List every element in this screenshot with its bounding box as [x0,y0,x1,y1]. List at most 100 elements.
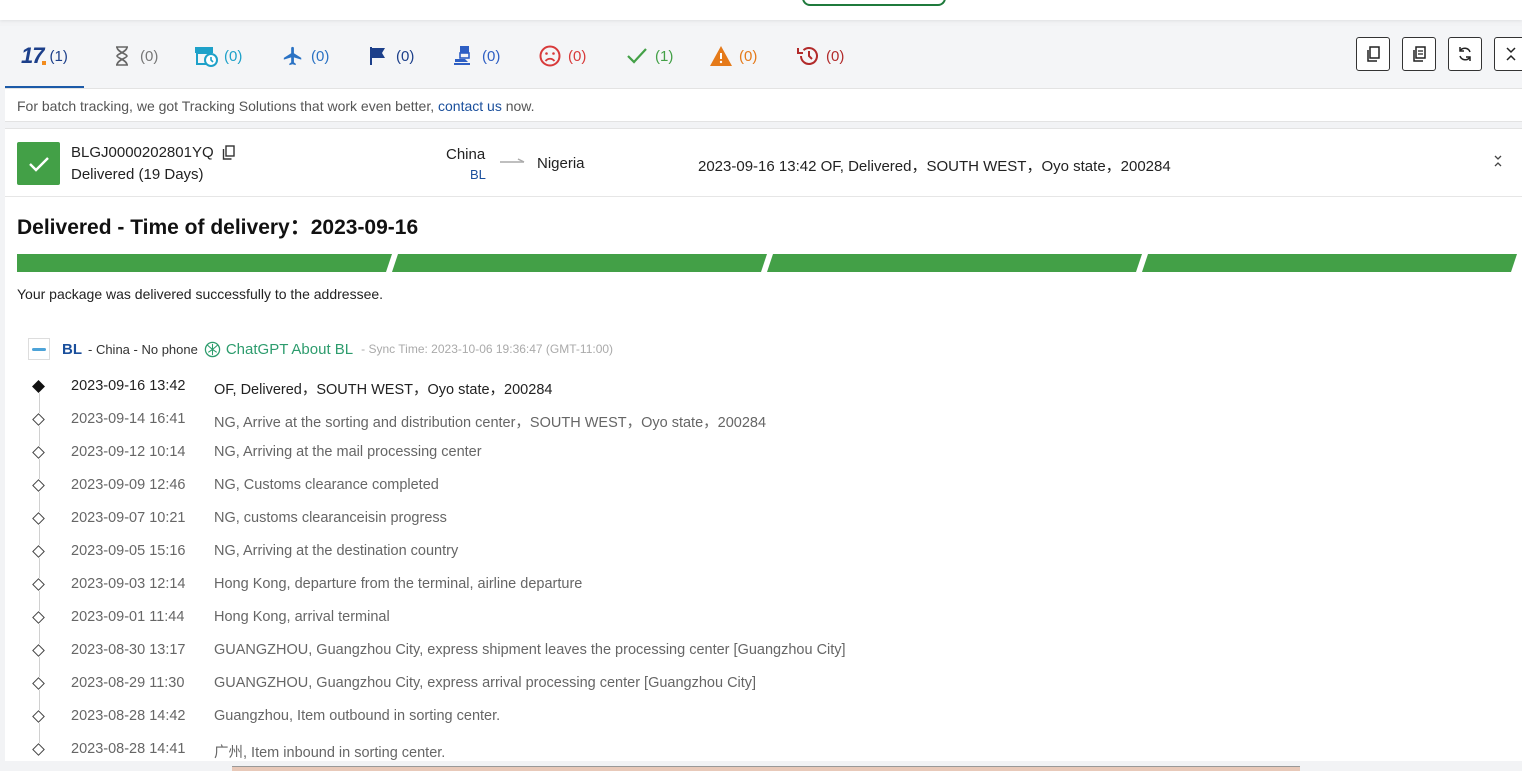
timeline-marker-icon [32,512,45,525]
event-description: 广州, Item inbound in sorting center. [214,745,446,761]
event-time: 2023-08-30 13:17 [71,642,186,658]
batch-tracking-notice: For batch tracking, we got Tracking Solu… [5,88,1522,122]
delivered-status-icon [17,142,60,185]
tab-returned[interactable]: (0) [796,26,844,86]
delivery-progress-bar [17,254,1517,272]
event-time: 2023-09-14 16:41 [71,411,186,427]
chatgpt-icon [204,341,221,357]
timeline-marker-icon [32,545,45,558]
tab-delivered-count: (1) [655,47,674,65]
bottom-strip [232,766,1300,771]
tracking-number: BLGJ0000202801YQ [71,144,214,161]
timeline-marker-icon [32,380,45,393]
timeline-event: 2023-08-28 14:41 广州, Item inbound in sor… [5,732,1522,765]
carrier-info-row: BL - China - No phone ChatGPT About BL -… [28,336,613,362]
timeline-event: 2023-09-14 16:41 NG, Arrive at the sorti… [5,402,1522,446]
progress-segment-2 [392,254,767,272]
refresh-icon [1459,47,1471,61]
delivery-truck-icon [452,44,476,68]
copy-all-button[interactable] [1402,37,1436,71]
delivery-headline: Delivered - Time of delivery：2023-09-16 [17,216,419,239]
origin-carrier-link[interactable]: BL [470,167,486,182]
tab-alert[interactable]: (0) [538,26,586,86]
tab-delivered[interactable]: (1) [625,26,673,86]
event-time: 2023-09-01 11:44 [71,609,185,625]
notice-text: For batch tracking, we got Tracking Solu… [17,98,438,114]
shipment-card: BLGJ0000202801YQ Delivered (19 Days) Chi… [5,128,1522,761]
contact-us-link[interactable]: contact us [438,98,502,114]
tab-info-received[interactable]: (0) [194,26,242,86]
timeline-event: 2023-09-07 10:21 NG, customs clearanceis… [5,501,1522,545]
tab-undelivered-count: (0) [482,47,501,65]
origin-country: China [446,146,486,163]
timeline-event: 2023-09-03 12:14 Hong Kong, departure fr… [5,567,1522,611]
event-time: 2023-09-03 12:14 [71,576,186,592]
route-arrow-icon [500,158,525,163]
last-event: 2023-09-16 13:42 OF, Delivered，SOUTH WES… [698,158,1171,175]
box-clock-icon [194,44,218,68]
tab-in-transit[interactable]: (0) [281,26,329,86]
copy-document-icon [1413,46,1426,62]
event-description: NG, Arrive at the sorting and distributi… [214,415,767,431]
tab-undelivered[interactable]: (0) [452,26,500,86]
event-description: Guangzhou, Item outbound in sorting cent… [214,708,501,724]
chatgpt-label: ChatGPT About BL [225,340,354,358]
tab-expired[interactable]: (0) [709,26,757,86]
progress-segment-1 [17,254,392,272]
warning-icon [709,44,733,68]
event-time: 2023-08-28 14:41 [71,741,186,757]
timeline-event: 2023-09-12 10:14 NG, Arriving at the mai… [5,435,1522,479]
airplane-icon [281,44,305,68]
copy-tracking-icon[interactable] [222,145,235,160]
event-time: 2023-09-16 13:42 [71,378,186,394]
history-icon [796,44,820,68]
timeline-event: 2023-08-30 13:17 GUANGZHOU, Guangzhou Ci… [5,633,1522,677]
collapse-card-icon[interactable] [1492,154,1504,168]
event-description: Hong Kong, departure from the terminal, … [214,576,583,592]
tab-all[interactable]: 17 (1) [5,26,84,88]
tab-pick-up[interactable]: (0) [366,26,414,86]
timeline-event: 2023-09-16 13:42 OF, Delivered，SOUTH WES… [5,369,1522,413]
timeline-marker-icon [32,677,45,690]
event-description: NG, Arriving at the mail processing cent… [214,444,482,460]
sad-face-icon [538,44,562,68]
event-time: 2023-09-09 12:46 [71,477,186,493]
timeline-event: 2023-08-29 11:30 GUANGZHOU, Guangzhou Ci… [5,666,1522,710]
timeline-marker-icon [32,413,45,426]
timeline-marker-icon [32,743,45,756]
tab-pick-up-count: (0) [396,47,415,65]
event-time: 2023-09-05 15:16 [71,543,186,559]
sync-time: - Sync Time: 2023-10-06 19:36:47 (GMT-11… [361,342,614,356]
copy-icon [1367,46,1380,62]
shipment-status: Delivered (19 Days) [71,166,204,183]
event-time: 2023-09-12 10:14 [71,444,186,460]
collapse-all-button[interactable] [1494,37,1522,71]
top-bar-button[interactable] [802,0,946,6]
refresh-button[interactable] [1448,37,1482,71]
event-time: 2023-08-29 11:30 [71,675,185,691]
event-time: 2023-09-07 10:21 [71,510,186,526]
tab-pending[interactable]: (0) [110,26,158,86]
copy-button[interactable] [1356,37,1390,71]
timeline-marker-icon [32,611,45,624]
tab-alert-count: (0) [568,47,587,65]
tab-pending-count: (0) [140,47,159,65]
timeline-marker-icon [32,446,45,459]
logo-17track-icon: 17 [21,43,47,69]
progress-description: Your package was delivered successfully … [17,286,384,302]
shipment-summary[interactable]: BLGJ0000202801YQ Delivered (19 Days) Chi… [5,129,1522,197]
tab-returned-count: (0) [826,47,845,65]
tab-all-count: (1) [49,47,68,65]
timeline-event: 2023-09-09 12:46 NG, Customs clearance c… [5,468,1522,512]
timeline-marker-icon [32,578,45,591]
carrier-logo [28,338,50,360]
flag-icon [366,44,390,68]
tab-in-transit-count: (0) [311,47,330,65]
event-description: NG, Arriving at the destination country [214,543,459,559]
event-description: Hong Kong, arrival terminal [214,609,390,625]
chatgpt-about-carrier-link[interactable]: ChatGPT About BL [204,341,353,358]
progress-segment-3 [767,254,1142,272]
timeline-event: 2023-09-01 11:44 Hong Kong, arrival term… [5,600,1522,644]
tracking-number-row: BLGJ0000202801YQ [71,144,235,161]
carrier-name[interactable]: BL [62,341,82,358]
